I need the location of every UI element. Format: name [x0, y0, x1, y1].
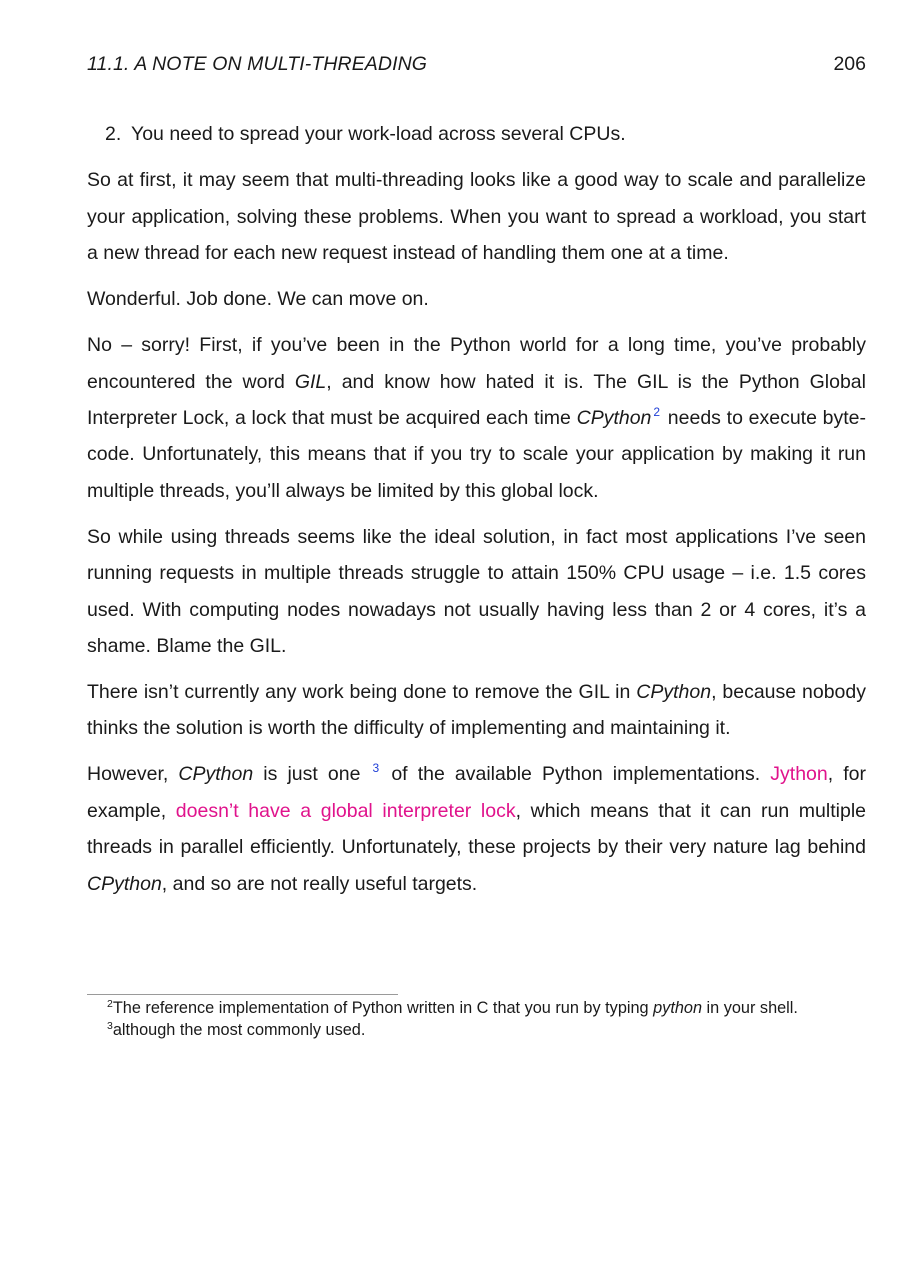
footnote-ref-2[interactable]: 2	[651, 405, 662, 419]
paragraph-5-text-a: There isn’t currently any work being don…	[87, 681, 637, 704]
paragraph-6-text-a: However,	[87, 763, 179, 786]
paragraph-6: However, CPython is just one 3 of the av…	[87, 756, 866, 902]
paragraph-6-text-b: is just one	[253, 763, 371, 786]
cpython-term: CPython	[87, 872, 162, 895]
no-gil-link[interactable]: doesn’t have a global interpreter lock	[176, 800, 516, 822]
footnote-2-command: python	[653, 999, 703, 1017]
paragraph-1: So at first, it may seem that multi-thre…	[87, 169, 866, 265]
footnote-3-text: although the most commonly used.	[112, 1021, 366, 1039]
footnote-2: 2The reference implementation of Python …	[107, 997, 867, 1019]
footnotes: 2The reference implementation of Python …	[107, 997, 867, 1041]
running-header: 11.1. A NOTE ON MULTI-THREADING 206	[87, 53, 866, 83]
paragraph-2: Wonderful. Job done. We can move on.	[87, 288, 429, 311]
footnote-3: 3although the most commonly used.	[107, 1019, 867, 1041]
list-item: 2. You need to spread your work-load acr…	[87, 116, 866, 152]
paragraph-6-text-f: , and so are not really useful targets.	[161, 872, 478, 895]
list-item-text: You need to spread your work-load across…	[131, 123, 626, 145]
chapter-title: 11.1. A NOTE ON MULTI-THREADING	[87, 53, 428, 75]
jython-link[interactable]: Jython	[770, 763, 827, 785]
paragraph-4: So while using threads seems like the id…	[87, 525, 866, 658]
paragraph-5: There isn’t currently any work being don…	[87, 674, 866, 747]
book-page: 11.1. A NOTE ON MULTI-THREADING 206 2. Y…	[0, 0, 909, 1286]
cpython-term: CPython	[576, 407, 652, 430]
cpython-term: CPython	[178, 763, 254, 786]
gil-term: GIL	[294, 370, 327, 393]
main-text: 2. You need to spread your work-load acr…	[87, 116, 866, 912]
page-number: 206	[833, 53, 866, 75]
footnote-2-text-b: in your shell.	[702, 999, 798, 1017]
paragraph-6-text-c: of the available Python implementations.	[381, 763, 771, 786]
list-item-number: 2.	[105, 123, 122, 145]
paragraph-3: No – sorry! First, if you’ve been in the…	[87, 327, 866, 509]
footnote-ref-3[interactable]: 3	[371, 761, 382, 775]
footnote-2-text-a: The reference implementation of Python w…	[112, 999, 654, 1017]
footnote-divider	[87, 994, 398, 995]
cpython-term: CPython	[636, 681, 712, 704]
